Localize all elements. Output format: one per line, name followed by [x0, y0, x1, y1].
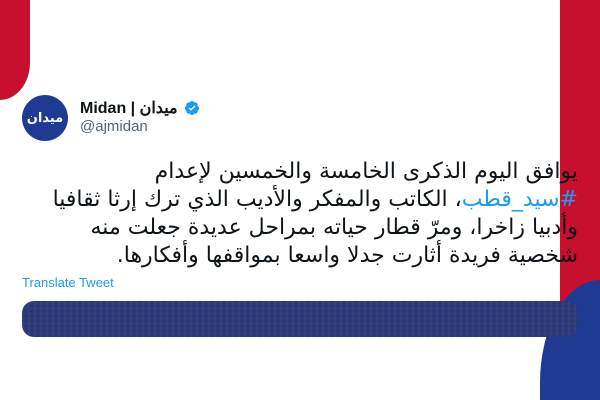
avatar-logo-text: ميدان	[26, 110, 64, 126]
avatar[interactable]: ميدان	[22, 95, 68, 141]
tweet-line-4: شخصية فريدة أثارت جدلا واسعا بمواقفها وأ…	[116, 243, 578, 268]
translate-tweet-link[interactable]: Translate Tweet	[22, 275, 114, 290]
hashtag-link[interactable]: #سيد_قطب	[462, 187, 578, 212]
tweet-line-2: #سيد_قطب، الكاتب والمفكر والأديب الذي تر…	[22, 186, 578, 214]
display-name-row: Midan | ميدان	[80, 98, 200, 118]
tweet-text: يوافق اليوم الذكرى الخامسة والخمسين لإعد…	[22, 158, 578, 270]
verified-badge-icon	[184, 101, 199, 115]
tweet-line-3: وأدبيا زاخرا، ومرّ قطار حياته بمراحل عدي…	[90, 215, 578, 240]
tweet-line-1: يوافق اليوم الذكرى الخامسة والخمسين لإعد…	[154, 159, 578, 184]
user-handle[interactable]: @ajmidan	[80, 118, 148, 135]
tweet-card: ميدان Midan | ميدان @ajmidan يوافق اليوم…	[0, 0, 600, 400]
tweet-line-2-text: ، الكاتب والمفكر والأديب الذي ترك إرثا ث…	[52, 187, 462, 212]
display-name[interactable]: Midan | ميدان	[80, 98, 178, 118]
tweet-media-image[interactable]	[22, 301, 578, 337]
